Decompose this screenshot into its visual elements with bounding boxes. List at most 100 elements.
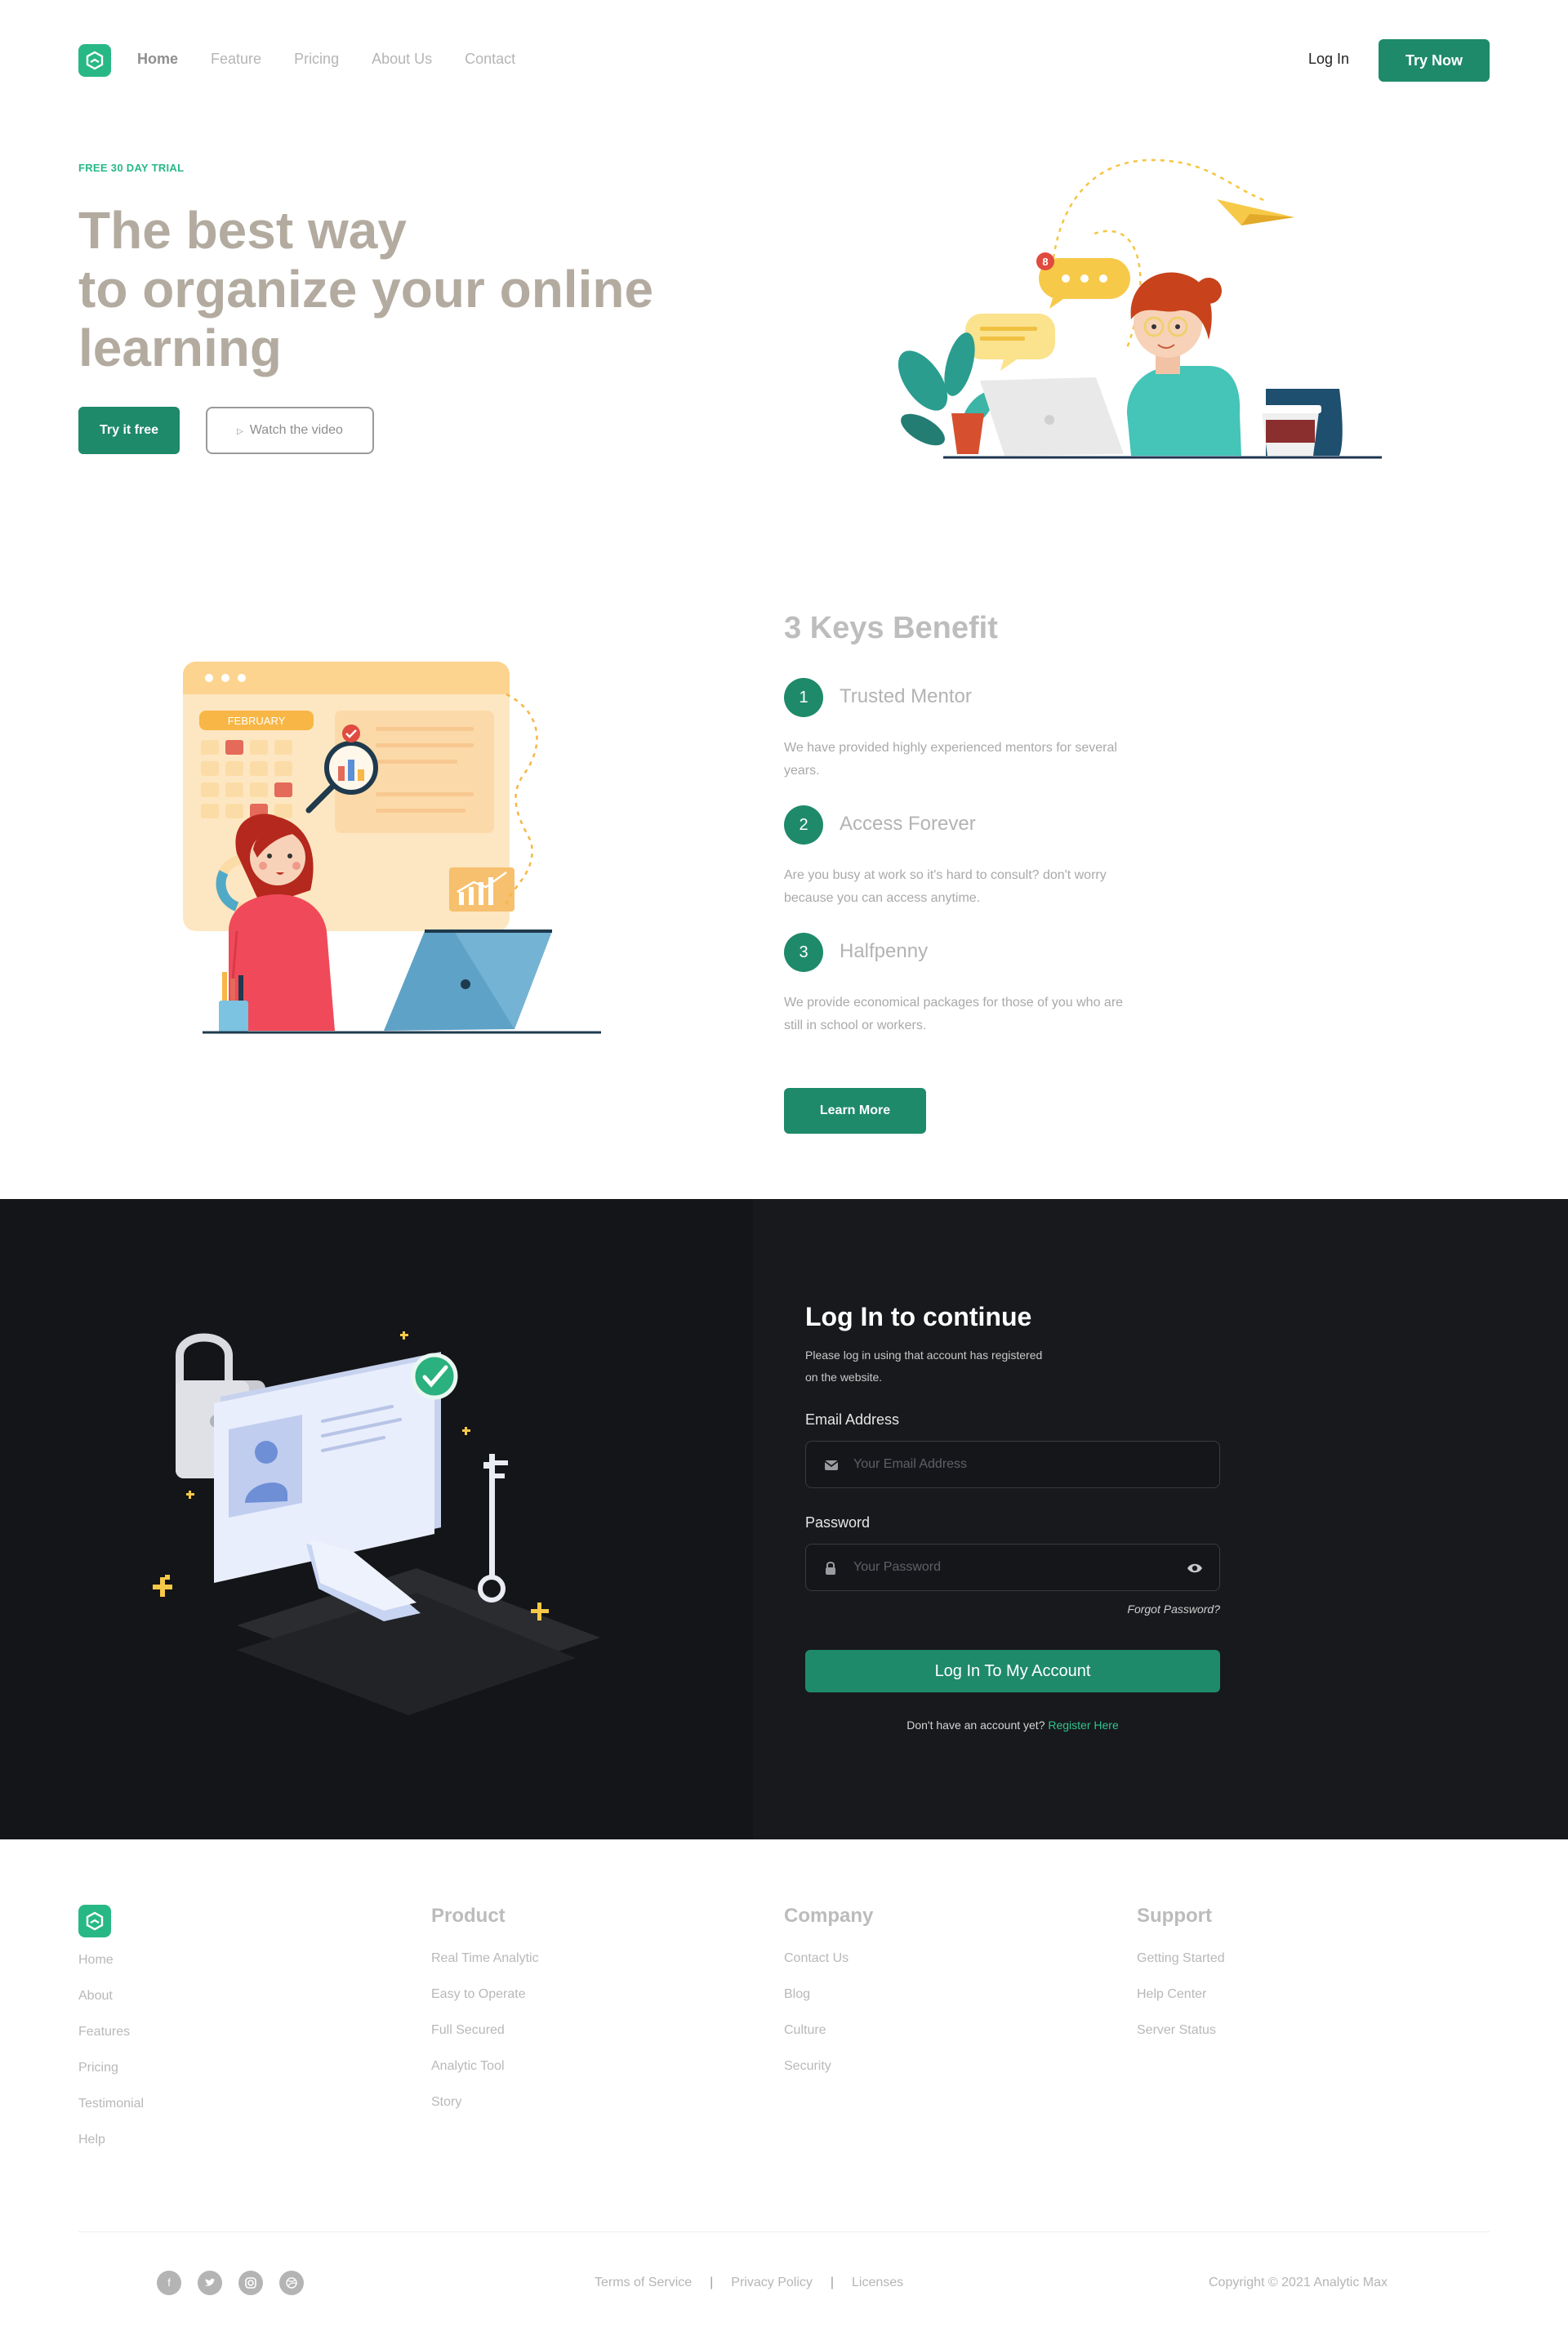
footer-link[interactable]: Getting Started <box>1137 1941 1225 1977</box>
privacy-link[interactable]: Privacy Policy <box>731 2276 813 2290</box>
footer-heading-support: Support <box>1137 1905 1212 1927</box>
envelope-icon <box>824 1460 839 1470</box>
try-now-button[interactable]: Try Now <box>1379 39 1490 82</box>
key-icon <box>478 1454 508 1603</box>
laptop-icon <box>384 929 552 1031</box>
login-subtitle: Please log in using that account has reg… <box>805 1349 1043 1384</box>
try-it-free-button[interactable]: Try it free <box>78 407 180 454</box>
paper-plane-icon <box>1217 199 1294 225</box>
footer-heading-product: Product <box>431 1905 506 1927</box>
footer-logo-icon[interactable] <box>78 1905 111 1937</box>
terms-link[interactable]: Terms of Service <box>595 2276 692 2290</box>
password-label: Password <box>805 1514 871 1531</box>
footer-divider <box>78 2231 1490 2232</box>
trial-eyebrow: FREE 30 DAY TRIAL <box>78 162 185 174</box>
benefit-description: Are you busy at work so it's hard to con… <box>784 868 1107 905</box>
notification-badge: 8 <box>1042 256 1048 268</box>
footer-heading-company: Company <box>784 1905 874 1927</box>
legal-separator: | <box>710 2276 714 2289</box>
email-placeholder: Your Email Address <box>853 1457 968 1471</box>
footer-link-home[interactable]: Home <box>78 1942 144 1978</box>
watch-video-button[interactable]: ▷ Watch the video <box>206 407 374 454</box>
show-password-eye-icon[interactable] <box>1187 1562 1203 1575</box>
hero-title-line: The best way <box>78 201 407 260</box>
lock-icon <box>826 1562 835 1575</box>
footer-link[interactable]: Analytic Tool <box>431 2048 539 2084</box>
benefit-description: We have provided highly experienced ment… <box>784 741 1117 778</box>
footer-link[interactable]: Real Time Analytic <box>431 1941 539 1977</box>
twitter-icon[interactable] <box>198 2271 222 2295</box>
footer-link[interactable]: Server Status <box>1137 2013 1225 2048</box>
benefits-illustration: FEBRUARY <box>183 662 601 1034</box>
footer-link[interactable]: Blog <box>784 1977 873 2013</box>
instagram-icon[interactable] <box>238 2271 263 2295</box>
footer-link[interactable]: Help Center <box>1137 1977 1225 2013</box>
legal-links: Terms of Service | Privacy Policy | Lice… <box>595 2276 903 2290</box>
password-field[interactable]: Your Password <box>805 1544 1220 1591</box>
password-placeholder: Your Password <box>853 1560 942 1574</box>
footer-col-support: Support Getting Started Help Center Serv… <box>1137 1905 1225 2048</box>
footer-link[interactable]: Easy to Operate <box>431 1977 539 2013</box>
top-navbar: Home Feature Pricing About Us Contact Lo… <box>0 0 1568 123</box>
footer-link[interactable]: Security <box>784 2048 873 2084</box>
hero-title: The best way to organize your online lea… <box>78 201 699 377</box>
nav-link-pricing[interactable]: Pricing <box>294 51 339 68</box>
no-account-text: Don't have an account yet? <box>906 1719 1045 1732</box>
benefits-title: 3 Keys Benefit <box>784 611 998 645</box>
footer-link-features[interactable]: Features <box>78 2014 144 2050</box>
hero-title-line: to organize your online <box>78 260 654 319</box>
play-icon: ▷ <box>237 427 243 436</box>
legal-separator: | <box>830 2276 835 2289</box>
footer-link[interactable]: Full Secured <box>431 2013 539 2048</box>
footer-link-testimonial[interactable]: Testimonial <box>78 2086 144 2122</box>
login-submit-button[interactable]: Log In To My Account <box>805 1650 1220 1692</box>
checkmark-badge-icon <box>411 1353 458 1400</box>
nav-link-feature[interactable]: Feature <box>211 51 261 68</box>
brand-logo-icon[interactable] <box>78 44 111 77</box>
register-prompt: Don't have an account yet? Register Here <box>805 1719 1220 1732</box>
security-illustration <box>149 1331 600 1715</box>
watch-video-label: Watch the video <box>249 423 343 437</box>
benefit-description: We provide economical packages for those… <box>784 996 1124 1032</box>
message-bubble-icon <box>965 314 1055 371</box>
hero-title-line: learning <box>78 319 282 377</box>
forgot-password-link[interactable]: Forgot Password? <box>1094 1603 1220 1616</box>
footer-link[interactable]: Story <box>431 2084 539 2120</box>
login-title: Log In to continue <box>805 1302 1032 1331</box>
facebook-icon[interactable]: f <box>157 2271 181 2295</box>
licenses-link[interactable]: Licenses <box>852 2276 903 2290</box>
benefit-name: Trusted Mentor <box>840 685 972 707</box>
laptop-icon <box>980 377 1124 456</box>
nav-link-contact[interactable]: Contact <box>465 51 515 68</box>
calendar-month-label: FEBRUARY <box>228 715 286 727</box>
main-nav: Home Feature Pricing About Us Contact <box>137 51 515 68</box>
dribbble-icon[interactable] <box>279 2271 304 2295</box>
benefit-number-badge: 2 <box>784 805 823 845</box>
footer-link-about[interactable]: About <box>78 1978 144 2014</box>
person-avatar <box>1127 272 1241 456</box>
nav-link-about-us[interactable]: About Us <box>372 51 432 68</box>
footer-col-product: Product Real Time Analytic Easy to Opera… <box>431 1905 539 2120</box>
footer-link-pricing[interactable]: Pricing <box>78 2050 144 2086</box>
footer-col-main: Home About Features Pricing Testimonial … <box>78 1942 144 2158</box>
email-field[interactable]: Your Email Address <box>805 1441 1220 1488</box>
benefit-name: Halfpenny <box>840 940 929 962</box>
benefit-name: Access Forever <box>840 813 976 835</box>
copyright-text: Copyright © 2021 Analytic Max <box>1209 2276 1388 2289</box>
footer-link[interactable]: Culture <box>784 2013 873 2048</box>
footer-col-company: Company Contact Us Blog Culture Security <box>784 1905 873 2084</box>
login-link[interactable]: Log In <box>1308 51 1349 68</box>
footer-link-help[interactable]: Help <box>78 2122 144 2158</box>
email-label: Email Address <box>805 1411 900 1428</box>
bar-chart-icon <box>449 867 514 912</box>
register-link[interactable]: Register Here <box>1048 1719 1118 1732</box>
nav-link-home[interactable]: Home <box>137 51 178 68</box>
hero-illustration: 8 <box>898 158 1382 459</box>
learn-more-button[interactable]: Learn More <box>784 1088 926 1134</box>
social-links: f <box>157 2271 304 2295</box>
login-form-panel <box>753 1199 1568 1839</box>
coffee-cup-icon <box>1259 405 1321 456</box>
benefit-number-badge: 3 <box>784 933 823 972</box>
footer-link[interactable]: Contact Us <box>784 1941 873 1977</box>
chat-bubble-icon: 8 <box>1036 252 1130 309</box>
